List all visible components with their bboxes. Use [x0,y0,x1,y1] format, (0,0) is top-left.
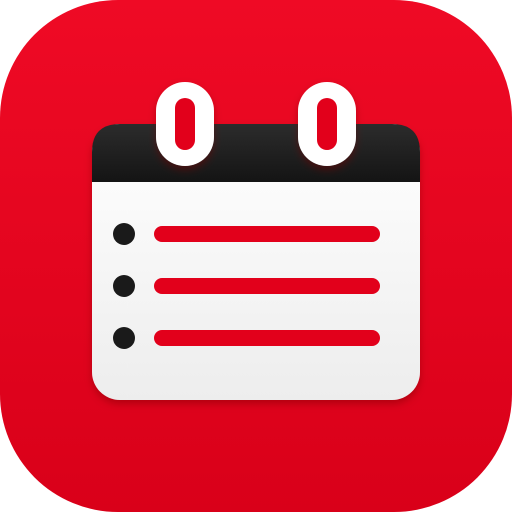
bullet-dot [113,275,135,297]
list-line [154,226,380,242]
calendar-list-icon [0,0,512,512]
calendar-header [92,124,420,182]
bullet-dot [113,223,135,245]
binder-ring-right [298,82,356,166]
app-icon-stage [0,0,512,512]
list-line [154,278,380,294]
list-line [154,330,380,346]
bullet-dot [113,327,135,349]
calendar-list-app-icon[interactable] [0,0,512,512]
binder-ring-left [156,82,214,166]
